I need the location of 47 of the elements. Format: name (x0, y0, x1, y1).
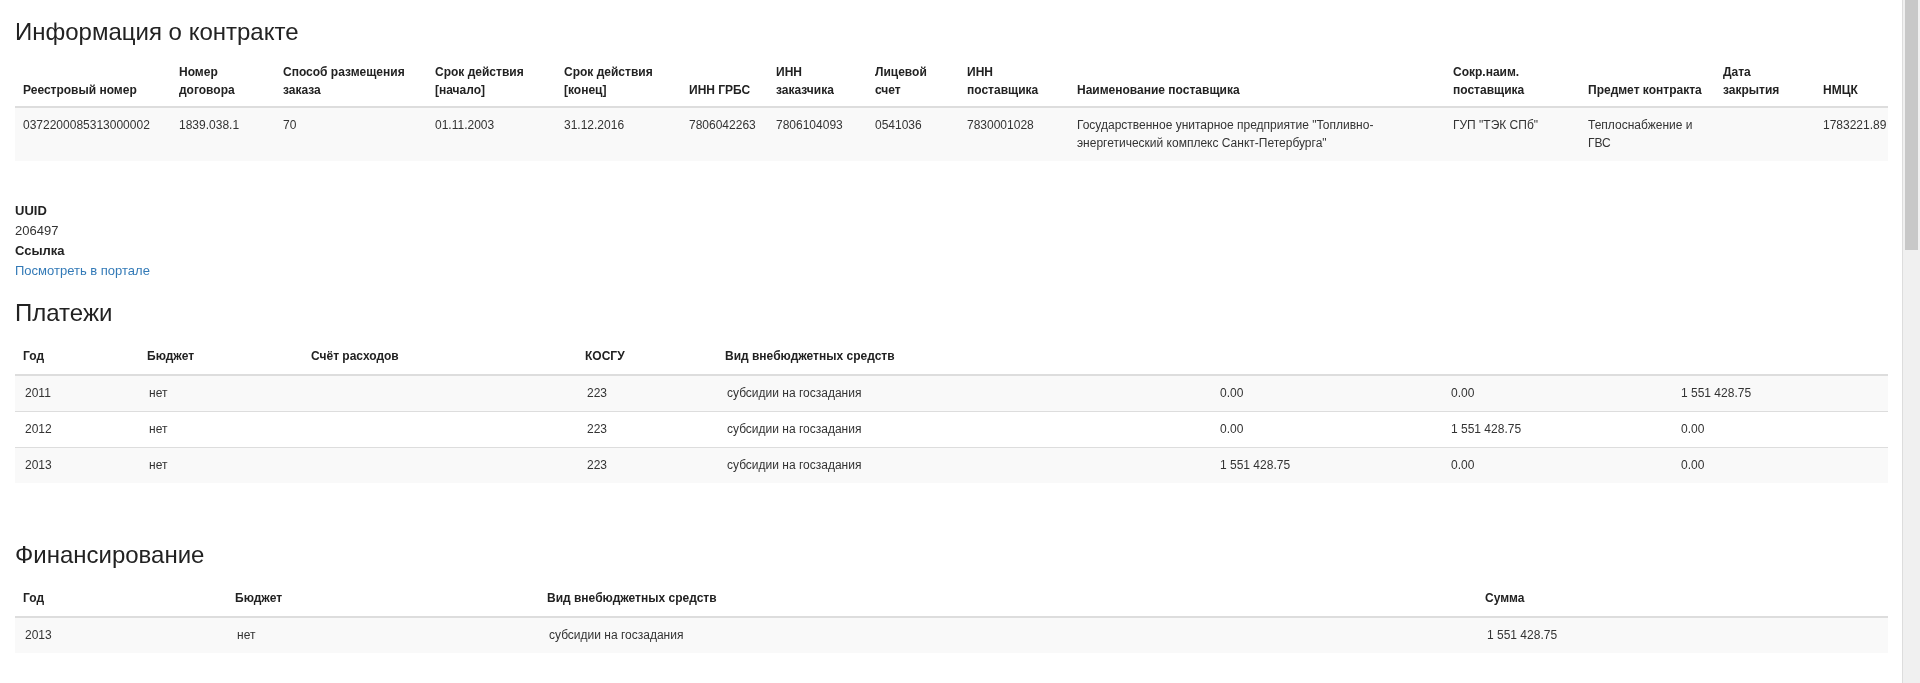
field-value: 206497 (15, 222, 60, 240)
table-cell: 1 551 428.75 (1477, 617, 1888, 653)
section-heading: Информация о контракте (15, 18, 300, 46)
table-cell: субсидии на госзадания (717, 375, 1210, 412)
table-cell: 31.12.2016 (556, 107, 681, 161)
table-cell: 2013 (15, 447, 139, 483)
table-cell: субсидии на госзадания (717, 447, 1210, 483)
table-cell: 1 551 428.75 (1671, 375, 1888, 412)
table-cell: 7830001028 (959, 107, 1069, 161)
table-cell: 223 (577, 447, 717, 483)
table-cell: 223 (577, 411, 717, 448)
table-cell: 0.00 (1210, 411, 1441, 448)
table-cell: нет (139, 411, 303, 448)
table-cell: 1 551 428.75 (1441, 411, 1671, 448)
table-cell: Государственное унитарное предприятие "Топливно-энергетический комплекс Санкт-Петербурга" (1069, 107, 1445, 161)
table-cell: 0.00 (1441, 447, 1671, 483)
table-cell: 0.00 (1210, 375, 1441, 412)
table-cell: 0372200085313000002 (15, 107, 171, 161)
section-heading: Платежи (15, 299, 114, 327)
table-cell: 1 551 428.75 (1210, 447, 1441, 483)
table-cell: 7806104093 (768, 107, 867, 161)
table-cell: Теплоснабжение и ГВС (1580, 107, 1715, 161)
table-cell: 1783221.89 (1815, 107, 1888, 161)
table-cell: 2013 (15, 617, 227, 653)
table-cell: нет (139, 447, 303, 483)
table-cell: ГУП "ТЭК СПб" (1445, 107, 1580, 161)
table-cell: 70 (275, 107, 427, 161)
table-cell: 223 (577, 375, 717, 412)
field-label: UUID (15, 202, 48, 220)
table-cell: 0541036 (867, 107, 959, 161)
table-cell: нет (227, 617, 539, 653)
table-cell: 0.00 (1441, 375, 1671, 412)
table-cell: 2012 (15, 411, 139, 448)
table-cell: 7806042263 (681, 107, 768, 161)
scrollbar[interactable] (1902, 0, 1920, 683)
scrollbar-thumb[interactable] (1905, 0, 1918, 250)
table-cell: 0.00 (1671, 411, 1888, 448)
portal-link[interactable]: Посмотреть в портале (15, 263, 150, 278)
table-cell: субсидии на госзадания (717, 411, 1210, 448)
table-cell: 2011 (15, 375, 139, 412)
table-cell: 0.00 (1671, 447, 1888, 483)
field-label: Ссылка (15, 242, 66, 260)
table-cell: субсидии на госзадания (539, 617, 1477, 653)
section-heading: Финансирование (15, 541, 206, 569)
table-cell: 01.11.2003 (427, 107, 556, 161)
table-cell: нет (139, 375, 303, 412)
table-cell: 1839.038.1 (171, 107, 275, 161)
